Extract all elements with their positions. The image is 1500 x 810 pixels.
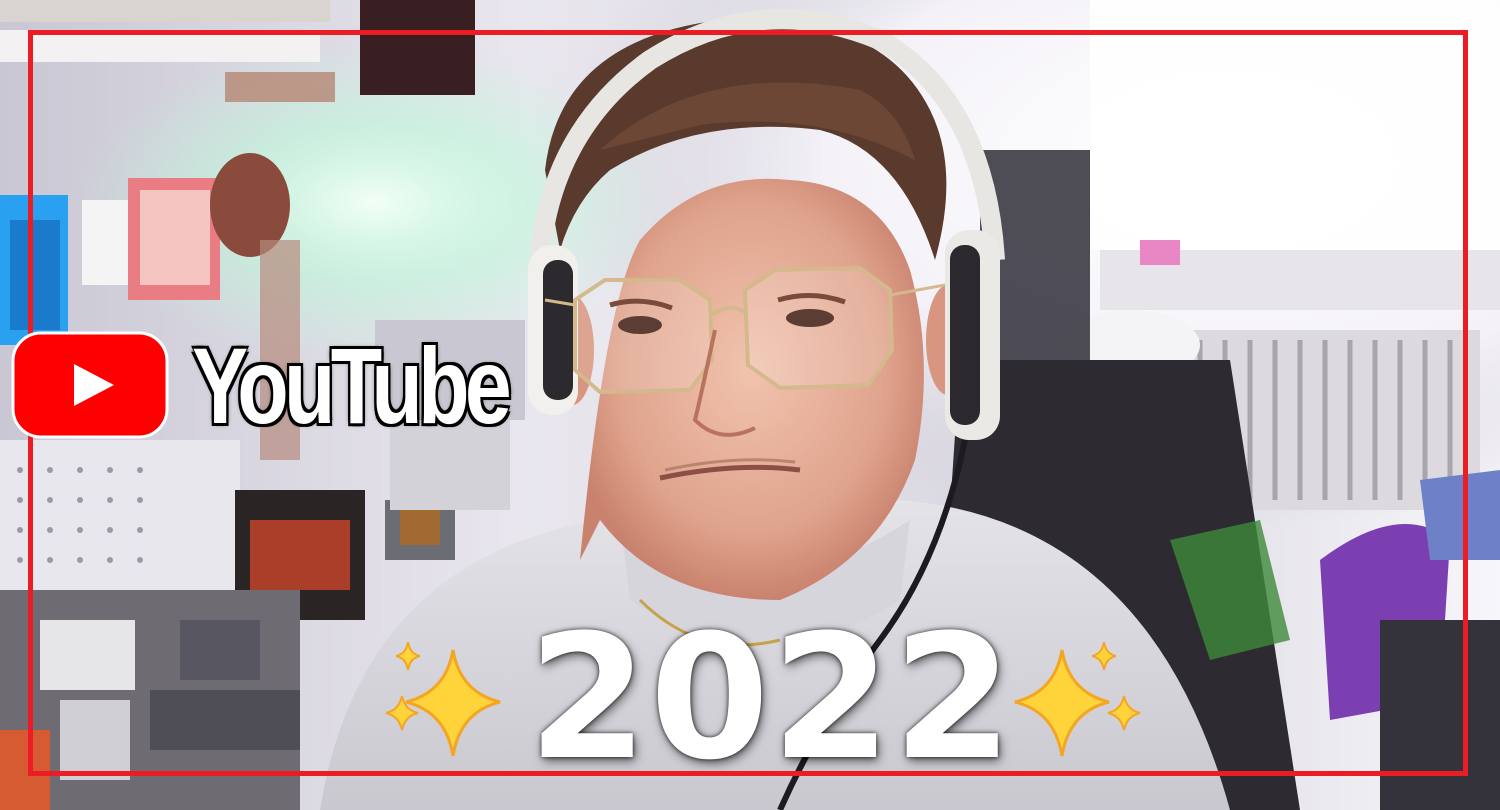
youtube-play-icon: [11, 331, 169, 439]
sparkles-icon: [385, 641, 501, 757]
year-title: 2022: [528, 597, 1015, 798]
sparkles-icon: [1014, 641, 1141, 757]
video-thumbnail[interactable]: YouTube 2022: [0, 0, 1500, 810]
youtube-logo: YouTube: [10, 325, 596, 446]
youtube-wordmark: YouTube: [192, 324, 512, 446]
